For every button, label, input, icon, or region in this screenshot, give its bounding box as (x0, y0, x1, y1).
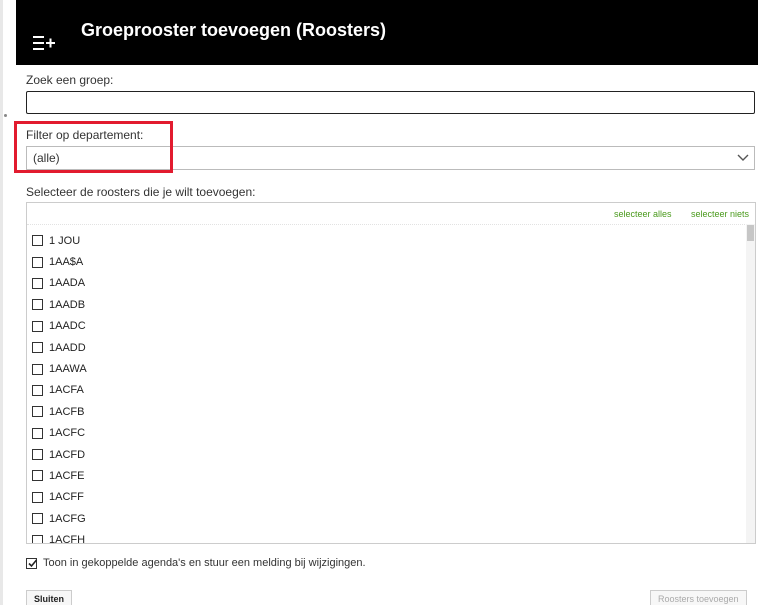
search-label: Zoek een groep: (26, 73, 114, 87)
left-panel-marker (4, 114, 7, 117)
scrollbar-thumb[interactable] (747, 225, 754, 241)
roster-checkbox[interactable] (32, 235, 43, 247)
list-item[interactable]: 1AADA (32, 273, 87, 294)
roster-checkbox[interactable] (32, 491, 43, 503)
roster-checkbox[interactable] (32, 449, 43, 461)
list-item[interactable]: 1AADC (32, 316, 87, 337)
roster-label: 1ACFE (49, 469, 85, 482)
roster-checkbox[interactable] (32, 256, 43, 268)
roster-label: 1ACFF (49, 491, 84, 504)
roster-checkbox[interactable] (32, 427, 43, 439)
select-none-link[interactable]: selecteer niets (691, 209, 749, 219)
roster-checkbox[interactable] (32, 470, 43, 482)
roster-label: 1AA$A (49, 256, 84, 269)
roster-label: 1ACFB (49, 405, 85, 418)
list-item[interactable]: 1AA$A (32, 251, 87, 272)
list-toolbar: selecteer alles selecteer niets (27, 203, 755, 225)
roster-checkbox[interactable] (32, 513, 43, 525)
roster-label: 1ACFA (49, 384, 84, 397)
search-input[interactable] (26, 91, 755, 114)
list-scrollbar[interactable] (746, 224, 755, 543)
close-button[interactable]: Sluiten (26, 590, 73, 605)
roster-label: 1ACFD (49, 448, 86, 461)
chevron-down-icon (737, 154, 749, 161)
roster-label: 1AADD (49, 341, 86, 354)
list-item[interactable]: 1ACFF (32, 487, 87, 508)
list-item[interactable]: 1ACFE (32, 465, 87, 486)
list-item[interactable]: 1ACFA (32, 380, 87, 401)
list-item[interactable]: 1ACFD (32, 444, 87, 465)
list-item[interactable]: 1ACFC (32, 423, 87, 444)
roster-label: 1AADB (49, 298, 86, 311)
roster-list: selecteer alles selecteer niets 1 JOU 1AA… (26, 202, 756, 544)
roster-checkbox[interactable] (32, 277, 43, 289)
list-item[interactable]: 1AADD (32, 337, 87, 358)
roster-checkbox[interactable] (32, 342, 43, 354)
list-label: Selecteer de roosters die je wilt toevoe… (26, 185, 256, 199)
roster-label: 1AAWA (49, 363, 87, 376)
roster-checkbox[interactable] (32, 299, 43, 311)
sync-checkbox[interactable] (26, 557, 38, 569)
add-list-icon (16, 22, 72, 65)
list-item[interactable]: 1ACFB (32, 401, 87, 422)
select-all-link[interactable]: selecteer alles (614, 209, 672, 219)
roster-checkbox[interactable] (32, 406, 43, 418)
left-panel-edge (0, 0, 3, 605)
roster-label: 1ACFG (49, 512, 86, 525)
list-item[interactable]: 1 JOU (32, 230, 87, 251)
roster-label: 1AADA (49, 277, 86, 290)
list-item[interactable]: 1AADB (32, 294, 87, 315)
roster-items: 1 JOU 1AA$A 1AADA 1AADB 1AADC 1AADD 1AAWA 1ACFA… (32, 230, 87, 544)
roster-label: 1 JOU (49, 234, 81, 247)
sync-label: Toon in gekoppelde agenda's en stuur een… (43, 557, 366, 569)
dialog-title: Groeprooster toevoegen (Roosters) (81, 20, 387, 40)
list-item[interactable]: 1ACFG (32, 508, 87, 529)
checkmark-icon (28, 558, 38, 567)
department-select-value: (alle) (33, 151, 60, 165)
roster-checkbox[interactable] (32, 363, 43, 375)
list-item[interactable]: 1ACFH (32, 529, 87, 544)
filter-label: Filter op departement: (26, 128, 144, 142)
add-rosters-button[interactable]: Roosters toevoegen (650, 590, 747, 605)
roster-label: 1ACFH (49, 534, 86, 544)
dialog-header: Groeprooster toevoegen (Roosters) (16, 0, 758, 65)
roster-checkbox[interactable] (32, 384, 43, 396)
roster-label: 1AADC (49, 320, 86, 333)
department-select[interactable]: (alle) (26, 146, 755, 170)
roster-checkbox[interactable] (32, 320, 43, 332)
list-item[interactable]: 1AAWA (32, 358, 87, 379)
roster-label: 1ACFC (49, 427, 86, 440)
sync-option[interactable]: Toon in gekoppelde agenda's en stuur een… (26, 557, 366, 569)
roster-checkbox[interactable] (32, 534, 43, 543)
